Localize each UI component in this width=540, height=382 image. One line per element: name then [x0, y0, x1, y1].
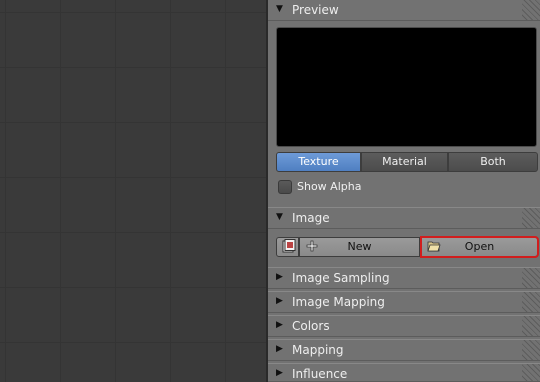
panel-header-image-mapping[interactable]: ▶ Image Mapping	[268, 291, 540, 313]
triangle-right-icon: ▶	[276, 272, 283, 282]
drag-grip-icon[interactable]	[522, 340, 540, 360]
open-image-button[interactable]: Open	[420, 236, 539, 258]
new-image-button[interactable]: New	[299, 237, 420, 257]
drag-grip-icon[interactable]	[522, 208, 540, 228]
tab-both[interactable]: Both	[448, 152, 538, 172]
new-button-label: New	[347, 240, 372, 253]
panel-title-image-sampling: Image Sampling	[292, 271, 390, 285]
drag-grip-icon[interactable]	[522, 268, 540, 288]
panel-header-image[interactable]: ▼ Image	[268, 207, 540, 229]
panel-title-influence: Influence	[292, 367, 348, 381]
viewport-grid[interactable]	[0, 0, 268, 382]
panel-title-mapping: Mapping	[292, 343, 344, 357]
panel-header-image-sampling[interactable]: ▶ Image Sampling	[268, 267, 540, 289]
show-alpha-checkbox[interactable]	[278, 180, 292, 194]
plus-icon	[306, 240, 318, 252]
panel-title-preview: Preview	[292, 3, 339, 17]
panel-title-colors: Colors	[292, 319, 330, 333]
triangle-right-icon: ▶	[276, 344, 283, 354]
image-browse-icon	[282, 239, 296, 253]
browse-image-button[interactable]	[276, 237, 299, 257]
panel-title-image-mapping: Image Mapping	[292, 295, 385, 309]
preview-canvas	[276, 27, 537, 147]
tab-material[interactable]: Material	[361, 152, 448, 172]
tab-texture[interactable]: Texture	[276, 152, 361, 172]
triangle-right-icon: ▶	[276, 320, 283, 330]
panel-header-mapping[interactable]: ▶ Mapping	[268, 339, 540, 361]
open-button-label: Open	[464, 240, 495, 253]
drag-grip-icon[interactable]	[522, 292, 540, 312]
panel-title-image: Image	[292, 211, 330, 225]
drag-grip-icon[interactable]	[522, 316, 540, 336]
show-alpha-label: Show Alpha	[297, 180, 362, 193]
triangle-right-icon: ▶	[276, 368, 283, 378]
panel-header-preview[interactable]: ▼ Preview	[268, 0, 540, 21]
drag-grip-icon[interactable]	[522, 364, 540, 381]
triangle-down-icon: ▼	[276, 212, 283, 222]
panel-header-influence[interactable]: ▶ Influence	[268, 363, 540, 382]
triangle-right-icon: ▶	[276, 296, 283, 306]
drag-grip-icon[interactable]	[522, 0, 540, 20]
panel-header-colors[interactable]: ▶ Colors	[268, 315, 540, 337]
triangle-down-icon: ▼	[276, 4, 283, 14]
folder-open-icon	[427, 241, 441, 252]
